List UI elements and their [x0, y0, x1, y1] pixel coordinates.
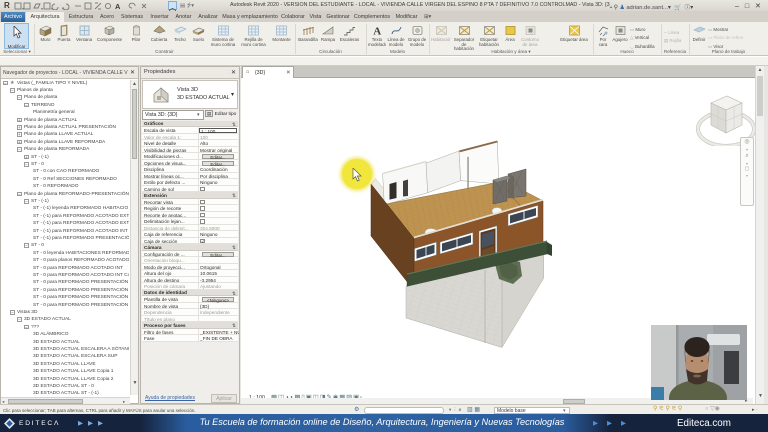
svg-text:A: A: [373, 26, 381, 38]
svg-text:▾: ▾: [41, 6, 43, 10]
svg-text:▾: ▾: [22, 6, 24, 10]
svg-text:▾: ▾: [51, 6, 53, 10]
svg-text:▾: ▾: [62, 6, 64, 10]
svg-text:A: A: [115, 2, 121, 10]
